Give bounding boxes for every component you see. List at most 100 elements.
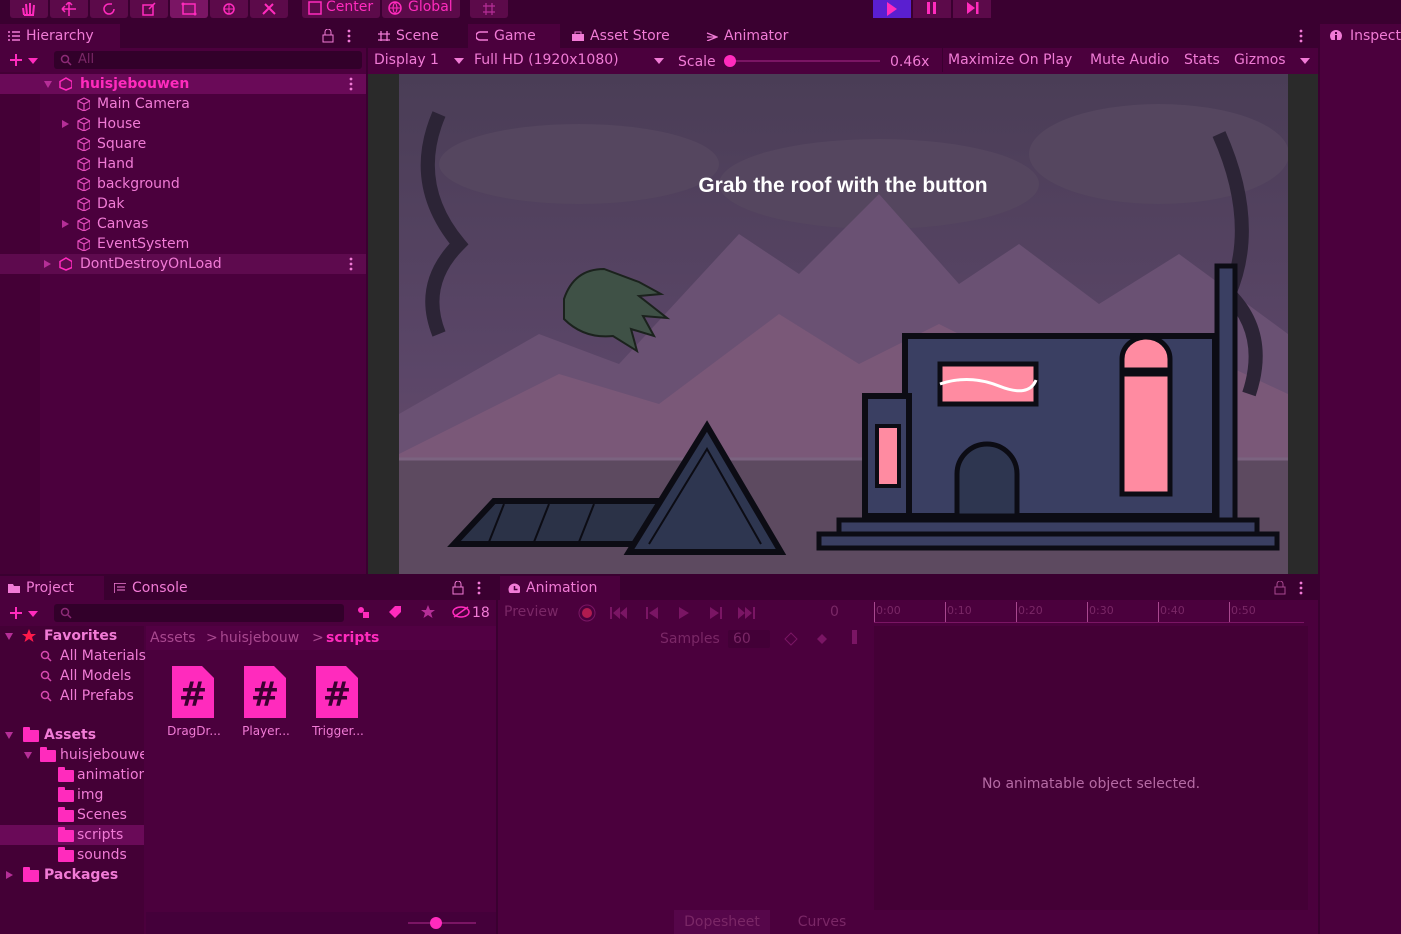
grid-snap-button[interactable] [470, 0, 508, 18]
play-button[interactable] [873, 0, 911, 18]
hierarchy-scene-row[interactable]: huisjebouwen [0, 74, 366, 94]
tree-favorite-materials[interactable]: All Materials [0, 646, 146, 666]
record-icon[interactable] [578, 604, 596, 622]
add-event-icon[interactable] [816, 632, 830, 646]
icon-size-slider-thumb[interactable] [430, 917, 442, 929]
pivot-mode-toggle[interactable]: Center [302, 0, 380, 18]
panel-menu-icon[interactable] [1298, 581, 1310, 595]
tree-packages[interactable]: Packages [0, 865, 144, 885]
scene-menu-icon[interactable] [348, 257, 354, 271]
chevron-down-icon[interactable] [1300, 58, 1310, 64]
pivot-rotation-toggle[interactable]: Global [382, 0, 460, 18]
tree-folder-scripts[interactable]: scripts [0, 825, 144, 845]
tree-folder-scenes[interactable]: Scenes [0, 805, 144, 825]
samples-input[interactable]: 60 [728, 630, 770, 648]
scene-menu-icon[interactable] [348, 77, 354, 91]
expand-arrow-icon[interactable] [6, 871, 13, 879]
scale-tool-button[interactable] [130, 0, 168, 18]
add-keyframe-icon[interactable] [784, 632, 798, 646]
add-icon[interactable] [9, 606, 23, 620]
chevron-down-icon[interactable] [454, 58, 464, 64]
tab-scene[interactable]: Scene [370, 24, 466, 48]
expand-arrow-icon[interactable] [5, 732, 13, 739]
transform-tool-button[interactable] [210, 0, 248, 18]
add-icon[interactable] [9, 53, 23, 67]
chevron-down-icon[interactable] [28, 611, 38, 617]
gizmos-toggle[interactable]: Gizmos [1234, 48, 1286, 72]
hierarchy-item-hand[interactable]: Hand [0, 154, 366, 174]
mute-audio-toggle[interactable]: Mute Audio [1090, 48, 1169, 72]
resolution-dropdown[interactable]: Full HD (1920x1080) [474, 48, 619, 72]
prev-keyframe-icon[interactable] [646, 607, 658, 619]
custom-tool-button[interactable] [250, 0, 288, 18]
hierarchy-ddol-row[interactable]: DontDestroyOnLoad [0, 254, 366, 274]
hierarchy-item-canvas[interactable]: Canvas [0, 214, 366, 234]
dopesheet-area[interactable]: No animatable object selected. [874, 626, 1308, 910]
breadcrumb-item[interactable]: huisjebouw [220, 626, 299, 650]
tab-animation[interactable]: Animation [500, 576, 620, 600]
breadcrumb-item[interactable]: Assets [150, 626, 196, 650]
dopesheet-tab[interactable]: Dopesheet [674, 910, 770, 934]
frame-field[interactable]: 0 [830, 600, 839, 624]
hierarchy-item-square[interactable]: Square [0, 134, 366, 154]
step-button[interactable] [953, 0, 991, 18]
maximize-on-play-toggle[interactable]: Maximize On Play [948, 48, 1072, 72]
curves-tab[interactable]: Curves [774, 910, 870, 934]
tree-favorite-models[interactable]: All Models [0, 666, 144, 686]
project-search-input[interactable] [54, 604, 344, 622]
next-keyframe-icon[interactable] [710, 607, 722, 619]
tab-asset-store[interactable]: Asset Store [564, 24, 690, 48]
expand-arrow-icon[interactable] [44, 260, 51, 268]
lock-icon[interactable] [322, 29, 334, 43]
tab-animator[interactable]: Animator [698, 24, 802, 48]
panel-menu-icon[interactable] [346, 29, 358, 43]
tree-huisjebouwen[interactable]: huisjebouwen [0, 745, 144, 765]
lock-icon[interactable] [452, 581, 464, 595]
tree-folder-sounds[interactable]: sounds [0, 845, 144, 865]
timeline-ruler[interactable]: 0:00 0:10 0:20 0:30 0:40 0:50 [874, 602, 1308, 626]
pause-button[interactable] [913, 0, 951, 18]
panel-menu-icon[interactable] [1298, 29, 1310, 43]
rect-tool-button[interactable] [170, 0, 208, 18]
tab-game[interactable]: Game [468, 24, 560, 48]
file-item[interactable]: # DragDr... [164, 666, 224, 746]
hierarchy-item-main-camera[interactable]: Main Camera [0, 94, 366, 114]
tree-folder-img[interactable]: img [0, 785, 144, 805]
tab-project[interactable]: Project [0, 576, 104, 600]
label-tag-icon[interactable] [388, 605, 402, 619]
tree-favorites[interactable]: Favorites [0, 626, 144, 646]
file-item[interactable]: # Player... [236, 666, 296, 746]
hidden-eye-icon[interactable] [452, 606, 470, 618]
tree-favorite-prefabs[interactable]: All Prefabs [0, 686, 144, 706]
expand-arrow-icon[interactable] [62, 220, 69, 228]
icon-size-slider[interactable] [408, 917, 476, 929]
stats-toggle[interactable]: Stats [1184, 48, 1220, 72]
hierarchy-item-dak[interactable]: Dak [0, 194, 366, 214]
preview-toggle[interactable]: Preview [504, 600, 559, 624]
scale-slider-track[interactable] [724, 55, 880, 67]
tab-hierarchy[interactable]: Hierarchy [0, 24, 120, 48]
hierarchy-item-eventsystem[interactable]: EventSystem [0, 234, 366, 254]
expand-arrow-icon[interactable] [62, 120, 69, 128]
tab-inspector[interactable]: Inspector [1320, 24, 1401, 48]
chevron-down-icon[interactable] [654, 58, 664, 64]
scale-slider-thumb[interactable] [724, 55, 736, 67]
search-by-type-icon[interactable] [356, 605, 370, 619]
hierarchy-item-background[interactable]: background [0, 174, 366, 194]
game-viewport[interactable]: Grab the roof with the button [368, 74, 1318, 574]
first-keyframe-icon[interactable] [610, 607, 628, 619]
hierarchy-item-house[interactable]: House [0, 114, 366, 134]
game-render[interactable]: Grab the roof with the button [399, 74, 1288, 574]
last-keyframe-icon[interactable] [738, 607, 758, 619]
expand-arrow-icon[interactable] [24, 752, 32, 759]
expand-arrow-icon[interactable] [44, 81, 52, 88]
hand-tool-button[interactable] [10, 0, 48, 18]
star-icon[interactable] [421, 605, 435, 619]
play-icon[interactable] [678, 607, 690, 619]
panel-menu-icon[interactable] [476, 581, 488, 595]
rotate-tool-button[interactable] [90, 0, 128, 18]
tree-assets[interactable]: Assets [0, 725, 144, 745]
tree-folder-animation[interactable]: animation [0, 765, 144, 785]
tab-console[interactable]: Console [106, 576, 206, 600]
file-item[interactable]: # Trigger... [308, 666, 368, 746]
